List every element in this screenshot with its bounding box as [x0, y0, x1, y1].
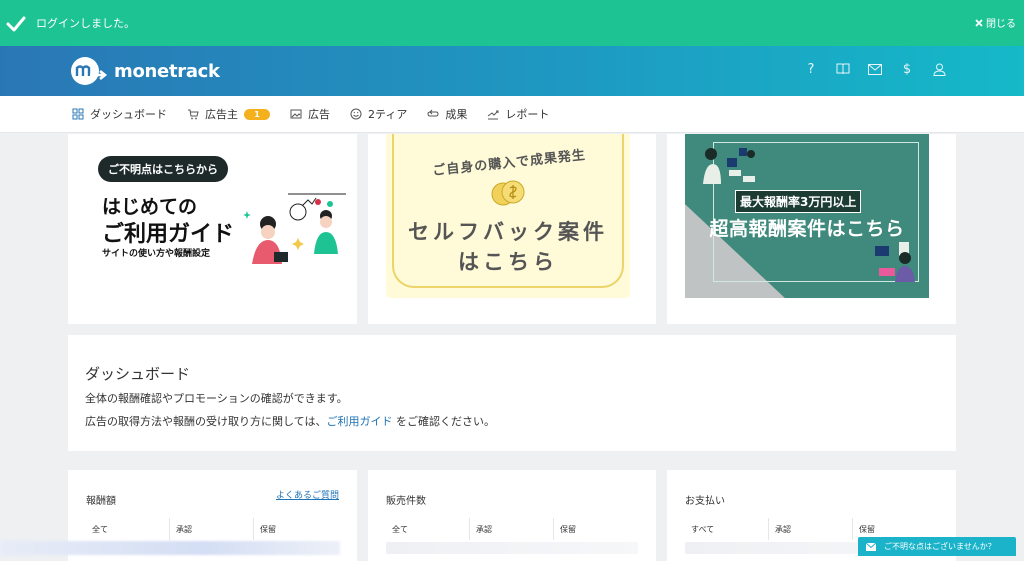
coins-icon: [491, 180, 525, 206]
nav-ads[interactable]: 広告: [290, 106, 330, 122]
dollar-icon[interactable]: $: [898, 60, 916, 78]
main-nav: ダッシュボード 広告主 1 広告 2ティア 成果 レポート: [0, 96, 1024, 133]
loop-icon: [427, 109, 439, 117]
nav-dashboard[interactable]: ダッシュボード: [72, 106, 167, 122]
header-icon-group: ? $: [802, 60, 948, 78]
reward-columns: 全て 承認 保留: [86, 518, 357, 540]
column-approved: 承認: [769, 518, 853, 540]
selfback-line-2: はこちら: [458, 250, 558, 274]
highpay-banner[interactable]: 最大報酬率3万円以上 超高報酬案件はこちら: [685, 134, 929, 298]
sales-count-panel: 販売件数 全て 承認 保留: [368, 470, 656, 561]
nav-dashboard-label: ダッシュボード: [90, 108, 167, 121]
login-toast: ログインしました。 閉じる: [0, 0, 1024, 46]
smile-icon: [350, 108, 362, 120]
guide-banner[interactable]: ご不明点はこちらから はじめての ご利用ガイド サイトの使い方や報酬設定: [98, 154, 346, 294]
column-pending: 保留: [260, 525, 276, 534]
image-icon: [290, 109, 302, 119]
sales-columns: 全て 承認 保留: [386, 518, 656, 540]
nav-report-label: レポート: [505, 108, 550, 121]
blurred-strip: [0, 541, 340, 555]
reward-amount-title: 報酬額: [86, 496, 116, 507]
dashboard-description: 全体の報酬確認やプロモーションの確認ができます。: [85, 392, 348, 405]
help-chat-button[interactable]: ご不明な点はございませんか？: [858, 537, 1016, 556]
help-icon[interactable]: ?: [802, 60, 820, 78]
nav-results[interactable]: 成果: [427, 106, 467, 122]
selfback-banner-card[interactable]: ご自身の購入で成果発生 セルフバック案件 はこちら: [368, 134, 656, 324]
nav-results-label: 成果: [445, 108, 468, 121]
logo-mark-icon: [71, 57, 108, 85]
nav-ads-label: 広告: [308, 108, 330, 121]
nav-report[interactable]: レポート: [487, 106, 549, 122]
guide-illustration-icon: [243, 193, 346, 264]
column-all: 全て: [86, 518, 170, 540]
user-icon[interactable]: [930, 60, 948, 78]
nav-2tier[interactable]: 2ティア: [350, 106, 407, 122]
sales-count-title: 販売件数: [386, 496, 426, 507]
nav-2tier-label: 2ティア: [368, 108, 408, 121]
nav-advertiser[interactable]: 広告主 1: [187, 106, 270, 122]
toast-close-label: 閉じる: [986, 19, 1016, 30]
monetrack-logo[interactable]: monetrack: [70, 55, 220, 87]
help-chat-label: ご不明な点はございませんか？: [884, 542, 996, 551]
check-icon: [6, 16, 26, 32]
column-approved: 承認: [170, 518, 254, 540]
guide-pill: ご不明点はこちらから: [98, 156, 228, 182]
highpay-sub-label: 最大報酬率3万円以上: [735, 190, 862, 213]
book-icon[interactable]: [834, 60, 852, 78]
column-all: 全て: [386, 518, 470, 540]
chart-icon: [488, 110, 499, 120]
guide-banner-card[interactable]: ご不明点はこちらから はじめての ご利用ガイド サイトの使い方や報酬設定: [68, 134, 357, 324]
mail-icon: [866, 542, 876, 551]
selfback-banner[interactable]: ご自身の購入で成果発生 セルフバック案件 はこちら: [386, 134, 630, 298]
column-approved: 承認: [470, 518, 554, 540]
toast-message: ログインしました。: [36, 17, 135, 30]
guide-title-1: はじめての: [102, 196, 198, 218]
cart-icon: [188, 109, 199, 120]
close-icon: [975, 18, 983, 27]
top-header: monetrack ? $: [0, 46, 1024, 96]
dashboard-intro: ダッシュボード 全体の報酬確認やプロモーションの確認ができます。 広告の取得方法…: [68, 335, 956, 451]
person-at-laptop-icon: [875, 242, 915, 282]
highpay-main-label: 超高報酬案件はこちら: [709, 218, 905, 240]
grid-icon: [72, 108, 84, 120]
loading-row: [386, 542, 638, 554]
page-title: ダッシュボード: [85, 365, 191, 383]
column-all: すべて: [685, 518, 769, 540]
highpay-banner-card[interactable]: 最大報酬率3万円以上 超高報酬案件はこちら: [667, 134, 956, 324]
payments-title: お支払い: [685, 496, 725, 507]
user-guide-link[interactable]: ご利用ガイド: [326, 415, 392, 428]
person-with-money-icon: [703, 148, 755, 184]
selfback-line-1: セルフバック案件: [408, 220, 608, 244]
faq-link[interactable]: よくあるご質問: [276, 488, 339, 501]
advertiser-count-badge: 1: [244, 108, 270, 120]
mail-icon[interactable]: [866, 60, 884, 78]
logo-text: monetrack: [114, 60, 220, 82]
guide-title-2: ご利用ガイド: [102, 222, 235, 247]
nav-advertiser-label: 広告主: [205, 108, 238, 121]
guide-subtitle: サイトの使い方や報酬設定: [102, 249, 211, 259]
toast-close-button[interactable]: 閉じる: [975, 15, 1016, 30]
column-pending: 保留: [560, 525, 576, 534]
dashboard-guide-note: 広告の取得方法や報酬の受け取り方に関しては、ご利用ガイド をご確認ください。: [85, 415, 495, 428]
